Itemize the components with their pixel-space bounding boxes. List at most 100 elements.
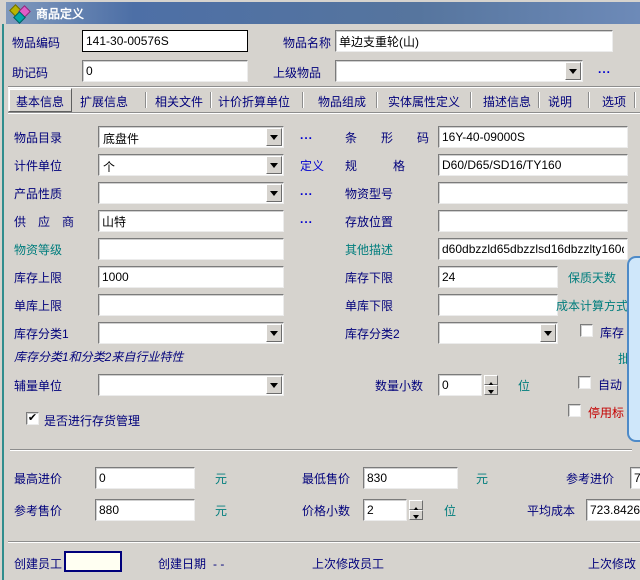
ref-purchase-input[interactable] <box>630 467 640 489</box>
spin-down-icon[interactable] <box>484 385 498 395</box>
stock-lower-input[interactable] <box>438 266 558 288</box>
location-input[interactable] <box>438 210 628 232</box>
tab-pricing-unit[interactable]: 计价折算单位 <box>218 93 290 110</box>
price-decimal-stepper[interactable] <box>409 500 423 520</box>
catalog-browse-button[interactable]: ... <box>300 128 313 142</box>
ref-sale-unit: 元 <box>215 504 227 518</box>
model-label: 物资型号 <box>345 187 393 201</box>
supplier-input[interactable] <box>98 210 284 232</box>
nature-select[interactable] <box>98 182 284 204</box>
single-lower-label: 单库下限 <box>345 299 393 313</box>
tab-divider <box>470 92 471 108</box>
spin-up-icon[interactable] <box>484 375 498 385</box>
parent-item-select[interactable] <box>335 60 583 82</box>
ref-sale-input[interactable] <box>95 499 195 521</box>
creator-input[interactable] <box>64 551 122 572</box>
qty-decimal-input[interactable] <box>438 374 482 396</box>
spec-label: 规 格 <box>345 159 405 173</box>
single-lower-input[interactable] <box>438 294 558 316</box>
unit-define-link[interactable]: 定义 <box>300 159 324 173</box>
other-desc-label: 其他描述 <box>345 243 393 257</box>
tab-related-files[interactable]: 相关文件 <box>155 93 203 110</box>
creator-label: 创建员工 <box>14 557 62 571</box>
barcode-input[interactable] <box>438 126 628 148</box>
tab-notes[interactable]: 说明 <box>548 93 572 110</box>
price-decimal-label: 价格小数 <box>302 504 350 518</box>
stock-class1-select[interactable] <box>98 322 284 344</box>
tab-basic-info[interactable]: 基本信息 <box>8 93 72 110</box>
stock-batch-checkbox[interactable] <box>580 324 593 337</box>
footer-divider <box>8 541 640 543</box>
unit-value: 个 <box>103 158 263 175</box>
inventory-mgmt-checkbox[interactable]: ✔ <box>26 412 39 425</box>
parent-item-browse-button[interactable]: ... <box>598 62 611 76</box>
tab-divider <box>145 92 146 108</box>
nature-browse-button[interactable]: ... <box>300 184 313 198</box>
barcode-label: 条 形 码 <box>345 131 429 145</box>
spec-input[interactable] <box>438 154 628 176</box>
auto-checkbox[interactable] <box>578 376 591 389</box>
tab-entity-attributes[interactable]: 实体属性定义 <box>388 93 460 110</box>
tab-description-info[interactable]: 描述信息 <box>483 93 531 110</box>
max-purchase-label: 最高进价 <box>14 472 62 486</box>
ref-sale-label: 参考售价 <box>14 504 62 518</box>
avg-cost-input[interactable] <box>586 499 640 521</box>
model-input[interactable] <box>438 182 628 204</box>
parent-item-label: 上级物品 <box>273 66 321 80</box>
grade-input[interactable] <box>98 238 284 260</box>
item-name-input[interactable] <box>335 30 613 52</box>
tab-extended-info[interactable]: 扩展信息 <box>80 93 128 110</box>
aux-unit-select[interactable] <box>98 374 284 396</box>
supplier-browse-button[interactable]: ... <box>300 212 313 226</box>
price-decimal-suffix: 位 <box>444 504 456 518</box>
stock-upper-label: 库存上限 <box>14 271 62 285</box>
spin-up-icon[interactable] <box>409 500 423 510</box>
min-sale-input[interactable] <box>363 467 458 489</box>
chevron-down-icon[interactable] <box>266 324 282 342</box>
price-decimal-input[interactable] <box>363 499 407 521</box>
grade-label: 物资等级 <box>14 243 62 257</box>
chevron-down-icon[interactable] <box>565 62 581 80</box>
max-purchase-unit: 元 <box>215 472 227 486</box>
chevron-down-icon[interactable] <box>266 184 282 202</box>
other-desc-input[interactable] <box>438 238 628 260</box>
title-bar[interactable]: 商品定义 <box>6 2 640 24</box>
stock-class2-label: 库存分类2 <box>345 327 400 341</box>
stock-class2-select[interactable] <box>438 322 558 344</box>
chevron-down-icon[interactable] <box>540 324 556 342</box>
max-purchase-input[interactable] <box>95 467 195 489</box>
disable-checkbox-label: 停用标 <box>588 406 624 420</box>
overlapping-window-edge[interactable] <box>627 256 640 442</box>
item-name-label: 物品名称 <box>283 36 331 50</box>
item-code-label: 物品编码 <box>12 36 60 50</box>
modified-label: 上次修改 <box>588 557 636 571</box>
disable-checkbox[interactable] <box>568 404 581 417</box>
mnemonic-input[interactable] <box>82 60 248 82</box>
chevron-down-icon[interactable] <box>266 156 282 174</box>
ref-purchase-label: 参考进价 <box>566 472 614 486</box>
tabstrip-bottom-groove <box>8 112 640 114</box>
modifier-label: 上次修改员工 <box>312 557 384 571</box>
aux-unit-label: 辅量单位 <box>14 379 62 393</box>
catalog-select[interactable]: 底盘件 <box>98 126 284 148</box>
tab-divider <box>588 92 589 108</box>
chevron-down-icon[interactable] <box>266 376 282 394</box>
qty-decimal-label: 数量小数 <box>375 379 423 393</box>
shelf-days-label: 保质天数 <box>568 271 616 285</box>
catalog-label: 物品目录 <box>14 131 62 145</box>
tab-item-composition[interactable]: 物品组成 <box>318 93 366 110</box>
stock-lower-label: 库存下限 <box>345 271 393 285</box>
stock-upper-input[interactable] <box>98 266 284 288</box>
tab-options[interactable]: 选项 <box>602 93 626 110</box>
single-upper-input[interactable] <box>98 294 284 316</box>
tab-divider <box>634 92 635 108</box>
product-definition-window: 商品定义 物品编码 物品名称 助记码 上级物品 ... 基本信息 扩展信息 相关… <box>0 0 640 580</box>
spin-down-icon[interactable] <box>409 510 423 520</box>
min-sale-label: 最低售价 <box>302 472 350 486</box>
tabstrip-top-groove <box>8 86 640 88</box>
inventory-mgmt-label: 是否进行存货管理 <box>44 414 140 428</box>
unit-select[interactable]: 个 <box>98 154 284 176</box>
qty-decimal-stepper[interactable] <box>484 375 498 395</box>
chevron-down-icon[interactable] <box>266 128 282 146</box>
item-code-input[interactable] <box>82 30 248 52</box>
